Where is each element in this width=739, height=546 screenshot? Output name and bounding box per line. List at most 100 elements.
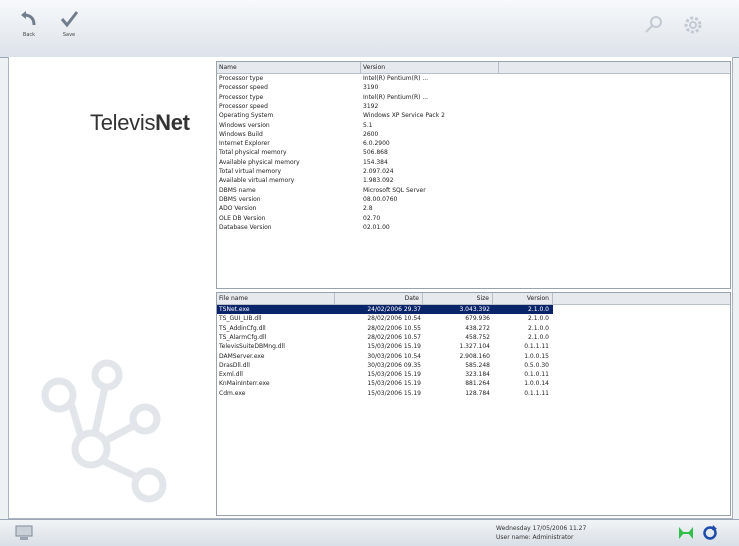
system-info-value: Windows XP Service Pack 2 — [363, 112, 445, 120]
checkmark-icon — [60, 11, 79, 28]
file-name: TS_GUI_LIB.dll — [219, 315, 262, 323]
file-name: Exml.dll — [219, 371, 243, 379]
files-header: File name Date Size Version — [217, 293, 730, 305]
column-header-date[interactable]: Date — [335, 293, 423, 304]
system-info-name: Internet Explorer — [219, 140, 270, 148]
system-info-name: Database Version — [219, 223, 272, 231]
system-info-value: 154.384 — [363, 158, 388, 166]
system-info-name: Windows Build — [219, 130, 263, 138]
refresh-icon[interactable] — [702, 525, 718, 541]
file-date: 30/03/2006 09.35 — [367, 361, 421, 369]
file-name: TelevisSuiteDBMng.dll — [219, 343, 285, 351]
system-info-row[interactable]: Windows Build 2600 — [217, 130, 517, 139]
settings-button[interactable] — [680, 12, 706, 38]
column-header-size[interactable]: Size — [423, 293, 493, 304]
computer-icon — [15, 525, 33, 540]
file-date: 30/03/2006 10.54 — [367, 352, 421, 360]
save-button[interactable]: Save — [52, 8, 86, 48]
system-info-row[interactable]: Processor speed 3190 — [217, 83, 517, 92]
system-info-value: 2.097.024 — [363, 168, 394, 175]
file-row[interactable]: TelevisSuiteDBMng.dll 15/03/2006 15.19 1.3… — [217, 342, 553, 351]
system-info-row[interactable]: Available physical memory 154.384 — [217, 158, 517, 167]
file-size: 458.752 — [465, 333, 490, 341]
file-date: 15/03/2006 15.19 — [367, 389, 421, 397]
system-info-value: 1.983.092 — [363, 177, 394, 185]
column-header-file-name[interactable]: File name — [217, 293, 335, 304]
system-info-row[interactable]: Processor type Intel(R) Pentium(R) ... — [217, 74, 517, 83]
file-size: 128.784 — [465, 389, 490, 397]
file-size: 323.184 — [465, 371, 490, 379]
file-date: 15/03/2006 15.19 — [367, 343, 421, 351]
file-row[interactable]: TS_GUI_LIB.dll 28/02/2006 10.54 679.936 2.1… — [217, 314, 553, 323]
system-info-row[interactable]: Windows version 5.1 — [217, 121, 517, 130]
brand-logo: TelevisNet — [90, 110, 190, 135]
system-info-value: 5.1 — [363, 121, 373, 129]
file-version: 1.0.0.14 — [524, 380, 549, 388]
system-info-name: Processor speed — [219, 102, 268, 110]
system-info-name: Processor speed — [219, 84, 268, 92]
system-info-row[interactable]: Total physical memory 506.868 — [217, 148, 517, 157]
file-date: 15/03/2006 15.19 — [367, 380, 421, 388]
files-table[interactable]: File name Date Size Version TSNet.exe 24/… — [216, 292, 731, 516]
column-header-name[interactable]: Name — [217, 62, 361, 73]
system-info-row[interactable]: DBMS name Microsoft SQL Server — [217, 186, 517, 195]
system-info-name: Operating System — [219, 112, 274, 120]
system-info-name: DBMS name — [219, 186, 256, 194]
file-size: 2.908.160 — [459, 352, 490, 360]
system-info-row[interactable]: DBMS version 08.00.0760 — [217, 195, 517, 204]
column-header-version[interactable]: Version — [493, 293, 553, 304]
system-info-row[interactable]: Available virtual memory 1.983.092 — [217, 176, 517, 185]
file-row[interactable]: DAMServer.exe 30/03/2006 10.54 2.908.160 1.… — [217, 352, 553, 361]
pin-button[interactable] — [640, 12, 666, 38]
system-info-value: 6.0.2900 — [363, 140, 390, 148]
system-info-name: Total virtual memory — [219, 168, 282, 175]
file-date: 24/02/2006 29.37 — [367, 306, 421, 313]
file-row[interactable]: TS_AddinCfg.dll 28/02/2006 10.55 438.272 2.… — [217, 324, 553, 333]
file-version: 0.1.0.11 — [524, 371, 549, 379]
file-date: 28/02/2006 10.55 — [367, 324, 421, 332]
system-info-value: 2600 — [363, 130, 379, 138]
system-info-value: 02.01.00 — [363, 223, 390, 231]
system-info-row[interactable]: OLE DB Version 02.70 — [217, 214, 517, 223]
column-header-version[interactable]: Version — [361, 62, 499, 73]
system-info-value: Intel(R) Pentium(R) ... — [363, 75, 429, 82]
file-row[interactable]: Cdm.exe 15/03/2006 15.19 128.784 0.1.1.11 — [217, 389, 553, 398]
connection-icon[interactable] — [678, 526, 694, 540]
system-info-row[interactable]: ADO Version 2.8 — [217, 204, 517, 213]
system-info-table[interactable]: Name Version Processor type Intel(R) Pent… — [216, 61, 731, 289]
file-name: KnMainInterr.exe — [219, 380, 270, 388]
file-version: 2.1.0.0 — [528, 324, 549, 332]
system-info-row[interactable]: Database Version 02.01.00 — [217, 223, 517, 232]
system-info-name: Available physical memory — [219, 158, 300, 166]
network-decoration-icon — [41, 359, 167, 503]
file-row[interactable]: TS_AlarmCfg.dll 28/02/2006 10.57 458.752 2.… — [217, 333, 553, 342]
file-name: TS_AddinCfg.dll — [219, 324, 266, 332]
back-arrow-icon — [21, 11, 36, 26]
file-row[interactable]: Exml.dll 15/03/2006 15.19 323.184 0.1.0.11 — [217, 370, 553, 379]
system-info-row[interactable]: Internet Explorer 6.0.2900 — [217, 139, 517, 148]
file-name: DrasDll.dll — [219, 361, 250, 369]
back-label: Back — [22, 32, 36, 38]
system-info-row[interactable]: Operating System Windows XP Service Pack … — [217, 111, 517, 120]
save-label: Save — [62, 32, 76, 38]
system-info-row[interactable]: Processor type Intel(R) Pentium(R) ... — [217, 93, 517, 102]
system-info-value: 2.8 — [363, 205, 373, 213]
file-row[interactable]: DrasDll.dll 30/03/2006 09.35 585.248 0.5.0.… — [217, 361, 553, 370]
status-bar: Wednesday 17/05/2006 11.27 User name: Ad… — [0, 519, 739, 546]
file-version: 0.5.0.30 — [524, 361, 549, 369]
system-info-value: 506.868 — [363, 149, 388, 157]
file-name: Cdm.exe — [219, 389, 246, 397]
system-info-name: Windows version — [219, 121, 270, 129]
system-info-row[interactable]: Processor speed 3192 — [217, 102, 517, 111]
file-row[interactable]: KnMainInterr.exe 15/03/2006 15.19 881.264 1… — [217, 379, 553, 388]
file-size: 585.248 — [465, 361, 490, 369]
back-button[interactable]: Back — [12, 8, 46, 48]
main-content: TelevisNet Name Version Processor type In… — [8, 57, 733, 519]
system-info-value: 3192 — [363, 102, 379, 110]
system-info-row[interactable]: Total virtual memory 2.097.024 — [217, 167, 517, 176]
file-version: 0.1.1.11 — [524, 343, 549, 351]
system-info-value: 3190 — [363, 84, 379, 92]
file-row[interactable]: TSNet.exe 24/02/2006 29.37 3.043.392 2.1.0.… — [217, 305, 553, 314]
file-date: 28/02/2006 10.57 — [367, 333, 421, 341]
file-version: 2.1.0.0 — [528, 306, 549, 313]
